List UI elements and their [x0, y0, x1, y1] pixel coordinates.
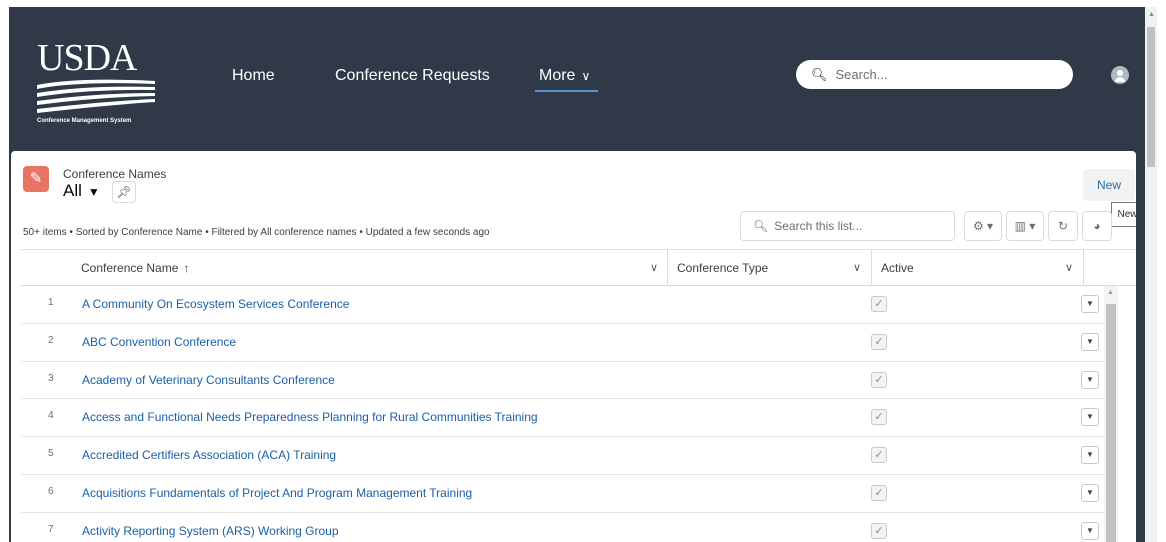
- search-icon: 🔍︎: [811, 66, 828, 82]
- list-search-input[interactable]: 🔍︎ Search this list...: [740, 211, 955, 241]
- chart-button[interactable]: ◕: [1082, 211, 1112, 241]
- conference-name-link[interactable]: Access and Functional Needs Preparedness…: [82, 410, 538, 424]
- display-as-button[interactable]: ▥ ▾: [1006, 211, 1044, 241]
- conference-name-link[interactable]: Academy of Veterinary Consultants Confer…: [82, 373, 335, 387]
- row-actions-button[interactable]: ▼: [1081, 370, 1099, 389]
- row-actions-button[interactable]: ▼: [1081, 521, 1099, 540]
- conference-name-link[interactable]: Activity Reporting System (ARS) Working …: [82, 524, 339, 538]
- nav-conference-requests-label: Conference Requests: [335, 67, 490, 84]
- global-search-placeholder: Search...: [835, 67, 888, 82]
- row-number: 5: [48, 448, 54, 460]
- table-scrollbar[interactable]: ▲: [1104, 286, 1118, 542]
- row-number: 3: [48, 372, 54, 384]
- row-number: 2: [48, 334, 54, 346]
- usda-logo[interactable]: USDA Conference Management System: [37, 39, 157, 149]
- nav-more-label: More: [539, 67, 576, 84]
- table-body: 1 A Community On Ecosystem Services Conf…: [21, 286, 1104, 542]
- new-button-tooltip: New: [1111, 202, 1136, 227]
- active-checkbox: ✓: [871, 447, 887, 464]
- app-frame: USDA Conference Management System Home C…: [9, 7, 1145, 542]
- row-number: 4: [48, 410, 54, 422]
- column-header-conference-name[interactable]: Conference Name ↑: [81, 250, 189, 286]
- active-checkbox: ✓: [871, 333, 887, 350]
- active-checkbox: ✓: [871, 296, 887, 312]
- conference-name-link[interactable]: Acquisitions Fundamentals of Project And…: [82, 486, 472, 500]
- column-divider[interactable]: [871, 250, 872, 286]
- list-view-card: ✎ Conference Names All ▼ 📌︎ 50+ items • S…: [11, 151, 1136, 542]
- pencil-icon: ✎: [23, 166, 49, 192]
- column-header-label: Active: [881, 261, 914, 275]
- scroll-up-icon[interactable]: ▲: [1107, 289, 1114, 296]
- chevron-down-icon[interactable]: ∨: [650, 250, 658, 286]
- row-actions-button[interactable]: ▼: [1081, 446, 1099, 465]
- nav-conference-requests[interactable]: Conference Requests: [335, 67, 490, 85]
- row-number: 1: [48, 297, 54, 308]
- nav-active-indicator: [535, 90, 598, 92]
- new-button[interactable]: New: [1083, 169, 1135, 201]
- row-actions-button[interactable]: ▼: [1081, 483, 1099, 502]
- column-divider[interactable]: [667, 250, 668, 286]
- logo-text: USDA: [37, 37, 137, 79]
- logo-subtitle: Conference Management System: [37, 118, 132, 124]
- sort-ascending-icon: ↑: [183, 261, 190, 275]
- table-row: 2 ABC Convention Conference ✓ ▼: [21, 324, 1104, 362]
- nav-home-label: Home: [232, 67, 275, 84]
- chevron-down-icon[interactable]: ∨: [1065, 250, 1073, 286]
- column-header-active[interactable]: Active: [881, 250, 914, 286]
- conference-name-link[interactable]: Accredited Certifiers Association (ACA) …: [82, 448, 336, 462]
- search-icon: 🔍︎: [753, 219, 769, 233]
- nav-more[interactable]: More ∨: [539, 67, 590, 85]
- column-header-label: Conference Type: [677, 261, 769, 275]
- conference-name-link[interactable]: A Community On Ecosystem Services Confer…: [82, 297, 349, 311]
- table-row: 6 Acquisitions Fundamentals of Project A…: [21, 475, 1104, 513]
- table-row: 4 Access and Functional Needs Preparedne…: [21, 399, 1104, 438]
- list-meta-info: 50+ items • Sorted by Conference Name • …: [23, 227, 490, 238]
- row-actions-button[interactable]: ▼: [1081, 408, 1099, 427]
- global-search-input[interactable]: 🔍︎ Search...: [796, 60, 1073, 89]
- list-view-selector[interactable]: All ▼: [63, 181, 100, 201]
- nav-home[interactable]: Home: [232, 67, 275, 85]
- chevron-down-icon[interactable]: ∨: [853, 250, 861, 286]
- refresh-button[interactable]: ↻: [1048, 211, 1078, 241]
- list-view-name: All: [63, 181, 82, 200]
- active-checkbox: ✓: [871, 484, 887, 501]
- table-row: 1 A Community On Ecosystem Services Conf…: [21, 286, 1104, 324]
- table-row: 3 Academy of Veterinary Consultants Conf…: [21, 362, 1104, 400]
- row-actions-button[interactable]: ▼: [1081, 295, 1099, 313]
- caret-down-icon: ▼: [87, 185, 100, 199]
- list-search-placeholder: Search this list...: [774, 219, 863, 233]
- logo-swoosh-icon: [37, 79, 155, 113]
- row-number: 7: [48, 523, 54, 535]
- active-checkbox: ✓: [871, 409, 887, 426]
- table-row: 7 Activity Reporting System (ARS) Workin…: [21, 513, 1104, 542]
- active-checkbox: ✓: [871, 522, 887, 539]
- list-settings-button[interactable]: ⚙ ▾: [964, 211, 1002, 241]
- user-avatar-icon[interactable]: [1111, 66, 1129, 84]
- active-checkbox: ✓: [871, 371, 887, 388]
- scroll-up-icon[interactable]: ▲: [1148, 11, 1155, 18]
- page-scrollbar-thumb[interactable]: [1147, 27, 1155, 167]
- column-header-label: Conference Name: [81, 261, 179, 275]
- object-label: Conference Names: [63, 167, 167, 181]
- row-number: 6: [48, 485, 54, 497]
- row-actions-button[interactable]: ▼: [1081, 332, 1099, 351]
- chevron-down-icon: ∨: [581, 69, 591, 83]
- page-scrollbar[interactable]: ▲: [1145, 7, 1157, 542]
- table-row: 5 Accredited Certifiers Association (ACA…: [21, 437, 1104, 475]
- column-divider[interactable]: [1083, 250, 1084, 286]
- table-header: Conference Name ↑ ∨ Conference Type ∨ Act…: [21, 249, 1136, 286]
- table-scrollbar-thumb[interactable]: [1106, 304, 1116, 542]
- global-header: USDA Conference Management System Home C…: [9, 7, 1145, 145]
- conference-name-link[interactable]: ABC Convention Conference: [82, 335, 236, 349]
- pin-icon[interactable]: 📌︎: [112, 181, 136, 203]
- column-header-conference-type[interactable]: Conference Type: [677, 250, 768, 286]
